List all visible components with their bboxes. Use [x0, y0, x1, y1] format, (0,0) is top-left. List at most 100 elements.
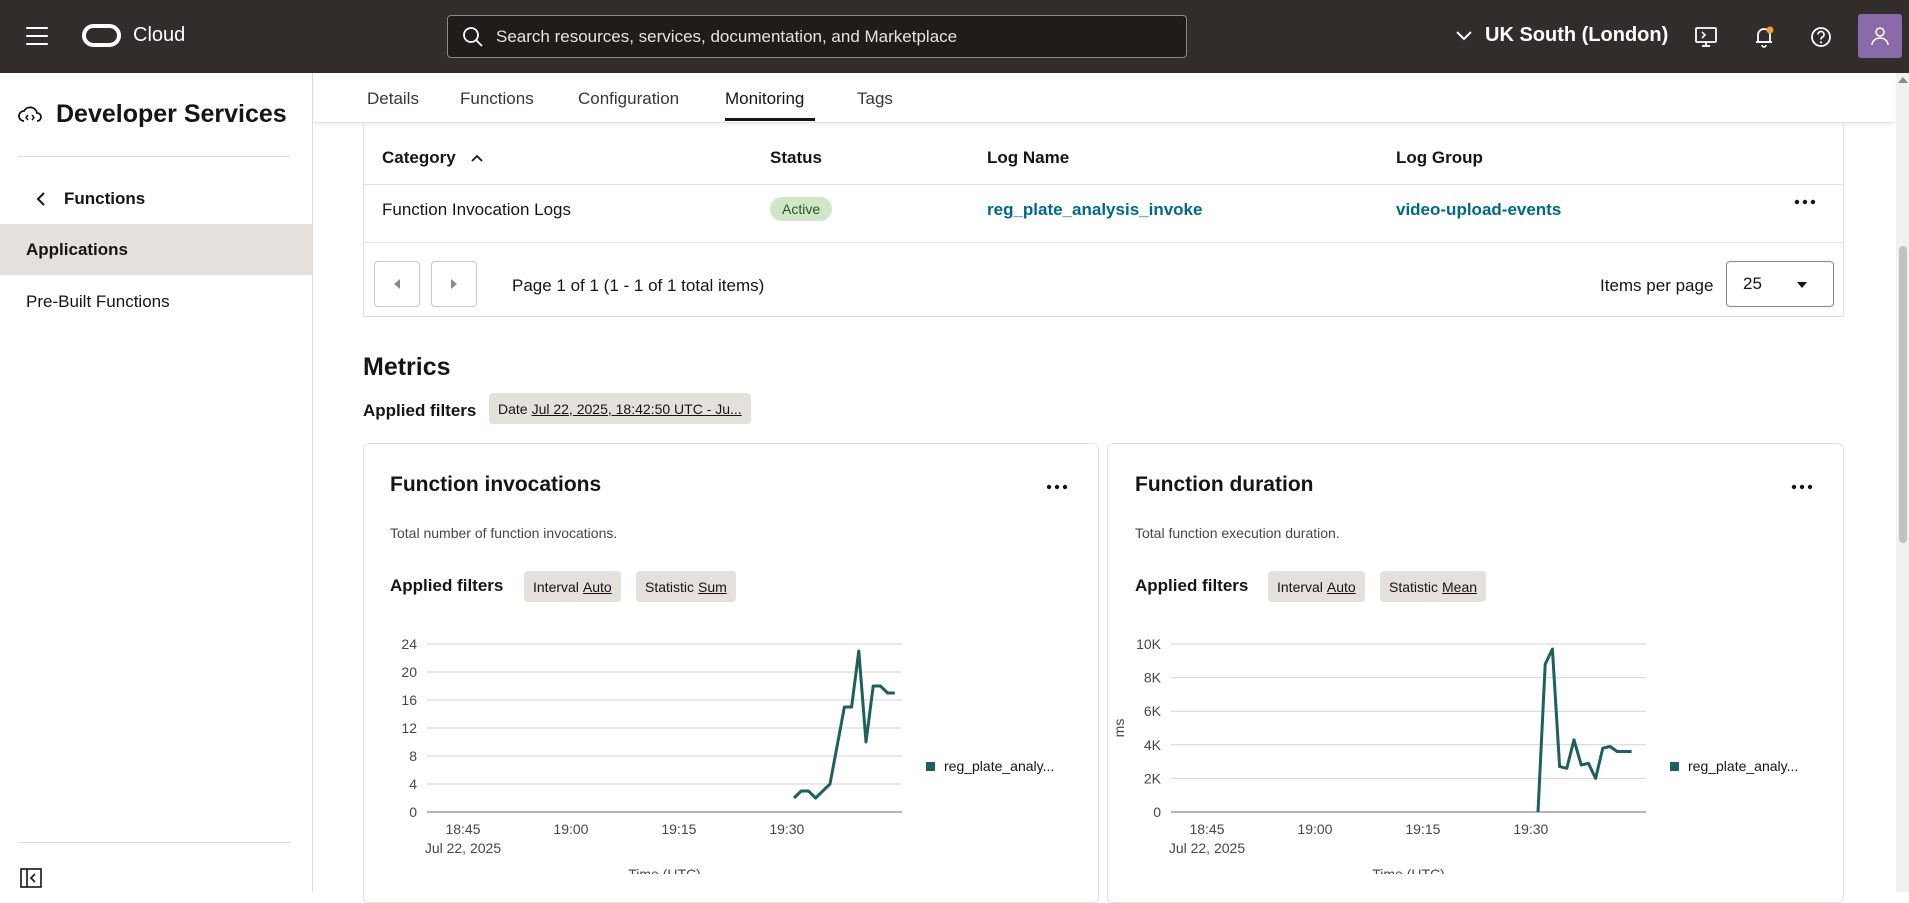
- card-description: Total function execution duration.: [1135, 525, 1340, 541]
- sort-ascending-icon[interactable]: [470, 153, 484, 163]
- column-header-log-group[interactable]: Log Group: [1396, 148, 1483, 168]
- legend-swatch: [1670, 761, 1679, 771]
- cloud-shell-icon[interactable]: [1693, 24, 1719, 50]
- column-header-status[interactable]: Status: [770, 148, 822, 168]
- function-invocations-card: Function invocations Total number of fun…: [363, 443, 1099, 903]
- caret-right-icon: [451, 279, 457, 289]
- y-tick-label: 8K: [1144, 670, 1162, 686]
- series-line: [792, 649, 895, 800]
- statistic-filter-chip[interactable]: Statistic Sum: [636, 571, 736, 602]
- divider: [364, 242, 1843, 243]
- chip-value[interactable]: Auto: [583, 579, 612, 595]
- function-duration-card: Function duration Total function executi…: [1107, 443, 1844, 903]
- search-box[interactable]: [447, 15, 1187, 58]
- region-label: UK South (London): [1485, 24, 1669, 46]
- page-scrollbar[interactable]: [1896, 73, 1909, 892]
- sidebar-item-label: Pre-Built Functions: [26, 291, 170, 311]
- card-actions-icon[interactable]: [1791, 484, 1813, 490]
- chip-value[interactable]: Mean: [1442, 579, 1477, 595]
- active-tab-indicator: [725, 118, 815, 121]
- items-per-page-select[interactable]: 25: [1726, 261, 1834, 307]
- y-tick-label: 0: [409, 804, 417, 820]
- logs-table: Category Status Log Name Log Group Funct…: [363, 124, 1844, 317]
- chevron-down-icon: [1456, 30, 1472, 40]
- applied-filters-label: Applied filters: [363, 401, 477, 420]
- top-bar: Cloud UK South (London): [0, 0, 1909, 73]
- y-tick-label: 6K: [1144, 703, 1162, 719]
- tab-functions[interactable]: Functions: [460, 89, 534, 109]
- chip-value[interactable]: Jul 22, 2025, 18:42:50 UTC - Ju...: [532, 401, 742, 417]
- pagination-status: Page 1 of 1 (1 - 1 of 1 total items): [512, 276, 765, 295]
- status-badge: Active: [770, 197, 833, 221]
- date-filter-chip[interactable]: Date Jul 22, 2025, 18:42:50 UTC - Ju...: [489, 393, 751, 424]
- items-per-page-value: 25: [1743, 274, 1762, 293]
- chip-key: Statistic: [645, 578, 695, 595]
- column-header-log-name[interactable]: Log Name: [987, 148, 1069, 168]
- interval-filter-chip[interactable]: Interval Auto: [524, 571, 621, 602]
- chip-value[interactable]: Sum: [698, 579, 727, 595]
- x-date-label: Jul 22, 2025: [1169, 840, 1245, 856]
- applied-filters-label: Applied filters: [1135, 576, 1249, 595]
- bell-icon[interactable]: [1751, 24, 1777, 50]
- x-tick-label: 19:30: [1513, 821, 1548, 837]
- tab-details[interactable]: Details: [367, 89, 419, 109]
- user-avatar-icon[interactable]: [1858, 14, 1902, 58]
- x-date-label: Jul 22, 2025: [425, 840, 501, 856]
- chart-legend[interactable]: reg_plate_analy...: [1670, 758, 1798, 774]
- items-per-page-label: Items per page: [1600, 276, 1714, 295]
- chart-legend[interactable]: reg_plate_analy...: [926, 758, 1054, 774]
- log-group-link[interactable]: video-upload-events: [1396, 200, 1561, 220]
- card-description: Total number of function invocations.: [390, 525, 618, 541]
- caret-left-icon: [394, 279, 400, 289]
- scroll-thumb[interactable]: [1899, 246, 1907, 543]
- divider: [18, 842, 290, 843]
- back-to-functions-link[interactable]: Functions: [36, 189, 145, 209]
- log-name-link[interactable]: reg_plate_analysis_invoke: [987, 200, 1202, 220]
- previous-page-button[interactable]: [374, 261, 420, 307]
- chip-key: Interval: [1277, 578, 1323, 595]
- y-tick-label: 20: [401, 664, 417, 680]
- chip-key: Statistic: [1389, 578, 1439, 595]
- brand-name[interactable]: Cloud: [133, 24, 185, 47]
- search-icon: [463, 26, 483, 47]
- chip-value[interactable]: Auto: [1327, 579, 1356, 595]
- legend-label: reg_plate_analy...: [1688, 758, 1799, 774]
- divider: [364, 184, 1843, 185]
- tab-monitoring[interactable]: Monitoring: [725, 89, 804, 109]
- y-tick-label: 8: [409, 748, 417, 764]
- divider: [18, 156, 290, 157]
- collapse-sidebar-icon[interactable]: [20, 868, 42, 888]
- y-tick-label: 0: [1153, 804, 1161, 820]
- column-header-category[interactable]: Category: [382, 148, 484, 168]
- x-axis-title: Time (UTC): [1372, 866, 1445, 874]
- invocations-chart: 0 4 8 12 16 20 24 18:45 19:00 19:15 19:30 Jul 22, 2…: [401, 636, 902, 874]
- chevron-left-icon: [36, 192, 45, 206]
- statistic-filter-chip[interactable]: Statistic Mean: [1380, 571, 1487, 602]
- search-input[interactable]: [496, 26, 1176, 47]
- interval-filter-chip[interactable]: Interval Auto: [1268, 571, 1365, 602]
- x-tick-label: 18:45: [1189, 821, 1224, 837]
- x-tick-label: 19:15: [661, 821, 696, 837]
- sidebar-item-applications[interactable]: Applications: [0, 224, 312, 275]
- card-title: Function invocations: [390, 473, 602, 496]
- y-tick-label: 24: [401, 636, 417, 652]
- sidebar-item-pre-built-functions[interactable]: Pre-Built Functions: [0, 276, 312, 327]
- y-axis-title: ms: [1111, 719, 1127, 738]
- y-tick-label: 10K: [1136, 636, 1162, 652]
- oracle-logo-icon[interactable]: [82, 24, 121, 47]
- region-selector[interactable]: UK South (London): [1455, 24, 1668, 47]
- row-actions-icon[interactable]: [1794, 199, 1816, 205]
- card-title: Function duration: [1135, 473, 1314, 496]
- scroll-up-icon[interactable]: [1898, 77, 1908, 83]
- next-page-button[interactable]: [431, 261, 477, 307]
- menu-icon[interactable]: [26, 27, 48, 47]
- duration-chart: 0 2K 4K 6K 8K 10K 18:45 19:00 19:15 19:30 Jul 22, …: [1111, 636, 1646, 874]
- tab-configuration[interactable]: Configuration: [578, 89, 679, 109]
- x-tick-label: 19:30: [769, 821, 804, 837]
- service-title-text: Developer Services: [56, 100, 287, 128]
- y-tick-label: 2K: [1144, 770, 1162, 786]
- card-actions-icon[interactable]: [1046, 484, 1068, 490]
- help-icon[interactable]: [1808, 24, 1834, 50]
- tab-tags[interactable]: Tags: [857, 89, 893, 109]
- applied-filters-label: Applied filters: [390, 576, 504, 595]
